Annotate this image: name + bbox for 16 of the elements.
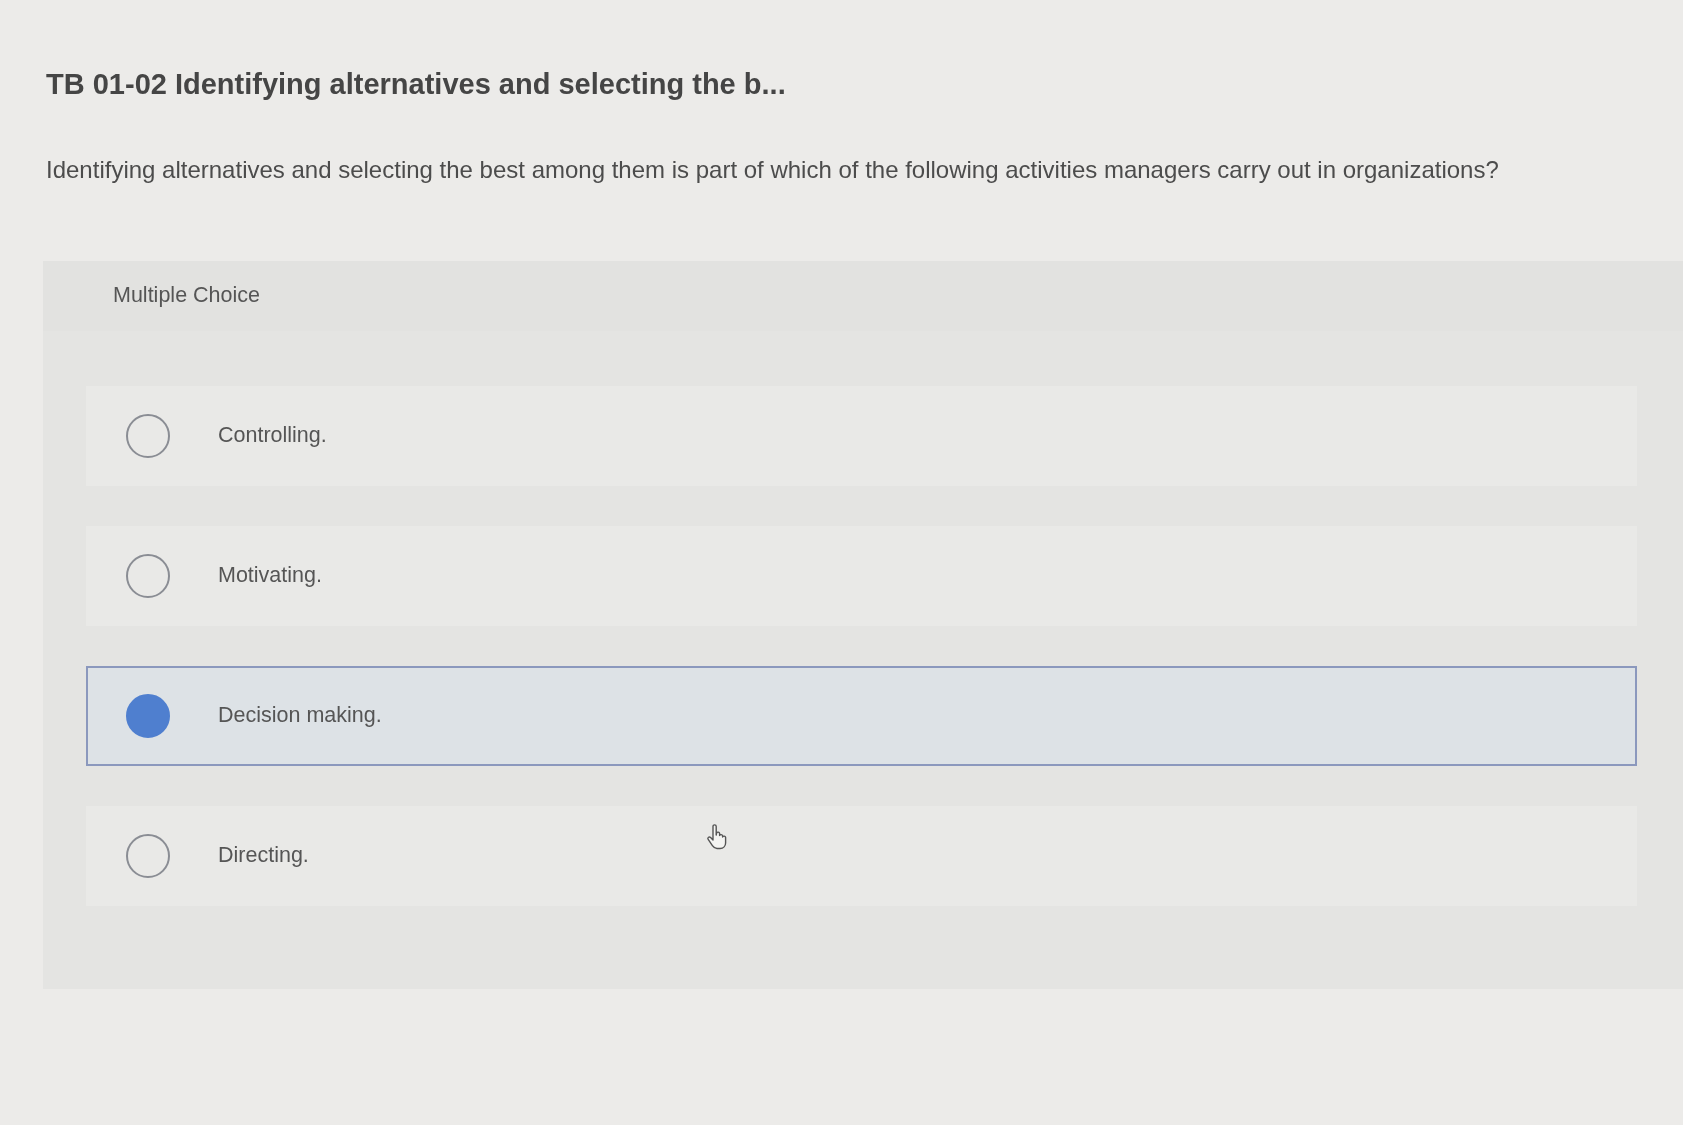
answer-option[interactable]: Controlling. (86, 385, 1637, 486)
option-label: Controlling. (218, 423, 327, 449)
option-label: Decision making. (218, 703, 382, 729)
option-label: Directing. (218, 843, 309, 869)
answer-option[interactable]: Directing. (86, 805, 1637, 906)
radio-icon (126, 833, 170, 878)
option-label: Motivating. (218, 563, 322, 589)
radio-icon (126, 553, 170, 598)
answer-option[interactable]: Decision making. (86, 665, 1637, 766)
question-title: TB 01-02 Identifying alternatives and selecting the b... (46, 67, 786, 102)
answer-option[interactable]: Motivating. (86, 525, 1637, 626)
question-type-label: Multiple Choice (113, 283, 260, 309)
radio-icon (126, 413, 170, 458)
question-text: Identifying alternatives and selecting the best among them is part of which of the following activities managers carry out in organizations? (46, 154, 1499, 185)
radio-icon (126, 693, 170, 738)
hand-cursor-icon (706, 824, 728, 850)
